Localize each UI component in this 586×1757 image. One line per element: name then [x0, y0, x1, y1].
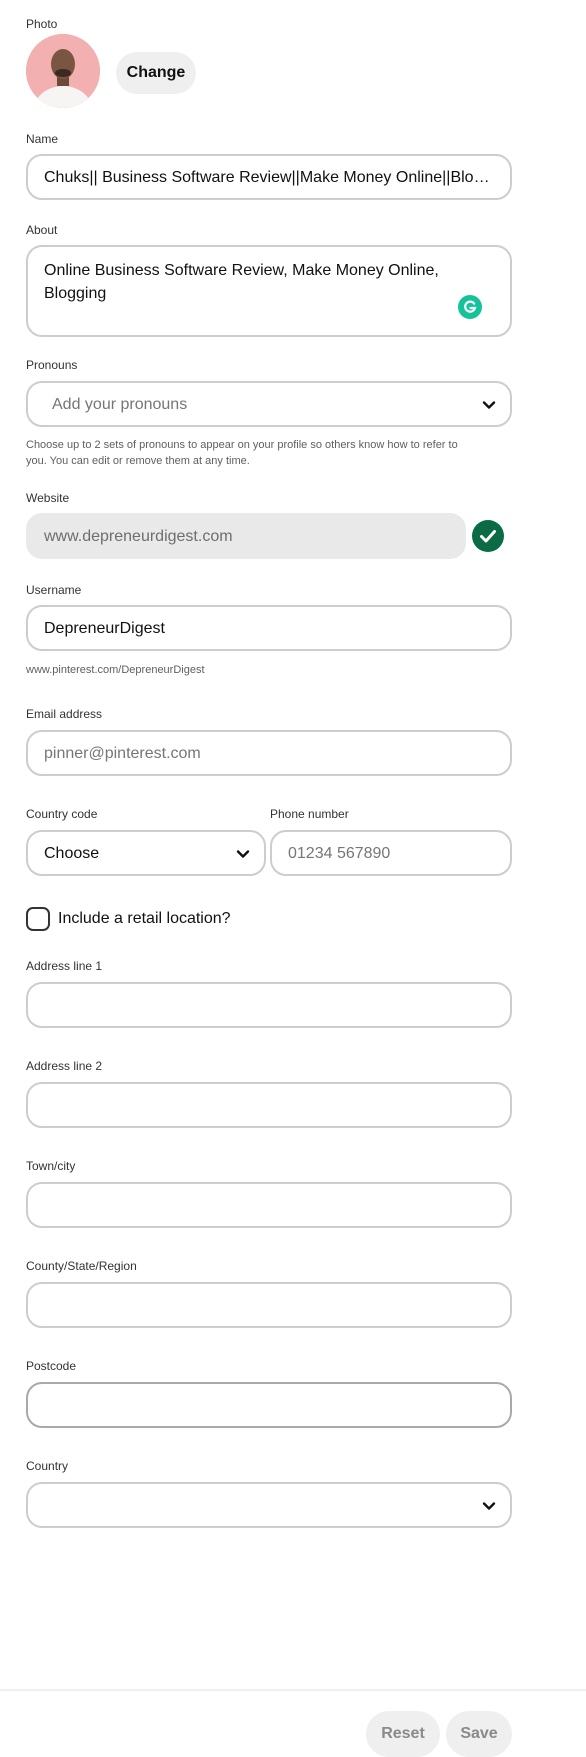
phone-input[interactable]: 01234 567890 — [270, 830, 512, 876]
grammarly-icon[interactable] — [458, 295, 482, 319]
name-value: Chuks|| Business Software Review||Make M… — [44, 169, 494, 186]
website-label: Website — [26, 491, 70, 505]
photo-label: Photo — [26, 17, 58, 31]
address2-label: Address line 2 — [26, 1059, 103, 1073]
about-value-line2: Blogging — [44, 285, 107, 302]
username-input[interactable]: DepreneurDigest — [26, 605, 512, 651]
country-select[interactable] — [26, 1482, 512, 1528]
pronouns-help-line1: Choose up to 2 sets of pronouns to appea… — [26, 439, 458, 451]
website-value: www.depreneurdigest.com — [44, 528, 233, 545]
phone-label: Phone number — [270, 807, 349, 821]
pronouns-label: Pronouns — [26, 358, 78, 372]
check-circle-icon — [472, 520, 504, 552]
name-input[interactable]: Chuks|| Business Software Review||Make M… — [26, 154, 512, 200]
address2-input[interactable] — [26, 1082, 512, 1128]
name-label: Name — [26, 132, 59, 146]
email-label: Email address — [26, 707, 103, 721]
chevron-down-icon — [236, 850, 250, 858]
username-url: www.pinterest.com/DepreneurDigest — [26, 664, 205, 676]
username-label: Username — [26, 583, 82, 597]
retail-checkbox[interactable] — [26, 907, 50, 931]
country-code-label: Country code — [26, 807, 98, 821]
website-input[interactable]: www.depreneurdigest.com — [26, 513, 466, 559]
chevron-down-icon — [482, 1502, 496, 1510]
town-input[interactable] — [26, 1182, 512, 1228]
postcode-input[interactable] — [26, 1382, 512, 1428]
pronouns-help-line2: you. You can edit or remove them at any … — [26, 455, 250, 467]
save-button[interactable]: Save — [446, 1711, 512, 1757]
postcode-label: Postcode — [26, 1359, 77, 1373]
country-code-select[interactable]: Choose — [26, 830, 266, 876]
about-value-line1: Online Business Software Review, Make Mo… — [44, 262, 439, 279]
county-input[interactable] — [26, 1282, 512, 1328]
about-label: About — [26, 223, 58, 237]
town-label: Town/city — [26, 1159, 76, 1173]
county-label: County/State/Region — [26, 1259, 137, 1273]
email-placeholder: pinner@pinterest.com — [44, 745, 201, 762]
footer-divider — [0, 1689, 586, 1691]
phone-placeholder: 01234 567890 — [288, 845, 391, 862]
about-textarea[interactable]: Online Business Software Review, Make Mo… — [26, 245, 512, 337]
country-label: Country — [26, 1459, 69, 1473]
avatar[interactable] — [26, 34, 100, 108]
address1-input[interactable] — [26, 982, 512, 1028]
change-photo-button[interactable]: Change — [116, 52, 196, 94]
pronouns-placeholder: Add your pronouns — [52, 396, 188, 413]
avatar-photo — [26, 34, 100, 108]
chevron-down-icon — [482, 401, 496, 409]
username-value: DepreneurDigest — [44, 620, 165, 637]
address1-label: Address line 1 — [26, 959, 103, 973]
pronouns-select[interactable]: Add your pronouns — [26, 381, 512, 427]
country-code-value: Choose — [44, 845, 100, 862]
reset-button[interactable]: Reset — [366, 1711, 440, 1757]
email-input[interactable]: pinner@pinterest.com — [26, 730, 512, 776]
retail-label: Include a retail location? — [58, 910, 231, 927]
